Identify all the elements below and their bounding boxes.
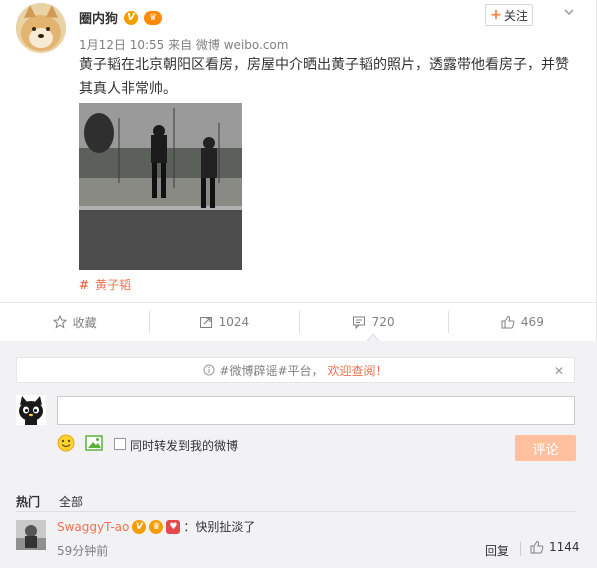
chevron-down-icon[interactable] [562,5,576,19]
thumbs-up-icon [501,315,515,329]
notice-text: #微博辟谣#平台， [219,363,324,378]
repost-button[interactable]: 1024 [149,303,298,341]
close-icon[interactable]: ✕ [554,364,564,378]
thumbs-up-icon [530,540,544,554]
emoji-icon[interactable] [57,434,75,452]
hashtag-icon: # [79,277,90,292]
favorite-button[interactable]: 收藏 [0,303,149,341]
comment-sort-tabs: 热门 全部 [16,493,83,510]
forward-checkbox[interactable] [114,438,126,450]
notice-link[interactable]: 欢迎查阅！ [328,362,388,379]
submit-comment-button[interactable]: 评论 [515,435,576,461]
post-tag[interactable]: # 黄子韬 [79,276,131,293]
post-actions: 收藏 1024 720 469 [0,303,597,341]
verified-badge-icon: V [132,519,147,534]
repost-count: 1024 [218,315,250,329]
divider [520,542,521,556]
comment-count: 720 [371,315,395,329]
tab-all[interactable]: 全部 [59,493,83,510]
weibo-post-card: 圈内狗 V ♛ + 关注 1月12日 10:55 来自 微博 weibo.com… [0,0,597,568]
comment-like-count: 1144 [549,540,580,554]
commenter-name[interactable]: SwaggyT-ao [57,520,129,534]
follow-button[interactable]: + 关注 [485,4,533,26]
post-meta: 1月12日 10:55 来自 微博 weibo.com [79,38,289,52]
image-icon[interactable] [85,434,103,452]
author-row: 圈内狗 V ♛ [79,8,163,27]
author-name[interactable]: 圈内狗 [79,8,118,27]
comment-input[interactable] [57,396,575,425]
fan-badge-icon: ♥ [166,519,181,534]
reply-button[interactable]: 回复 [485,542,509,559]
comment-like-button[interactable]: 1144 [530,540,580,554]
like-count: 469 [520,315,544,329]
plus-icon: + [490,7,502,23]
repost-icon [199,317,212,328]
comment-icon [352,316,365,329]
forward-label: 同时转发到我的微博 [130,439,239,453]
vip-badge-icon: ♛ [149,519,164,534]
verified-badge-icon: V [124,10,139,25]
tab-hot[interactable]: 热门 [16,493,40,510]
comment-row: SwaggyT-ao V ♛ ♥ ：快别扯淡了 [57,518,255,535]
tag-label: 黄子韬 [95,278,132,292]
divider [16,511,576,512]
author-avatar[interactable] [16,3,66,53]
info-icon [203,364,215,376]
comment-text: ：快别扯淡了 [183,520,256,534]
rumor-notice: #微博辟谣#平台， 欢迎查阅！ ✕ [16,357,575,383]
current-user-avatar[interactable] [16,395,46,425]
post-photo[interactable] [79,103,242,270]
follow-label: 关注 [503,8,528,23]
like-button[interactable]: 469 [447,303,597,341]
star-icon [52,315,67,329]
vip-badge-icon: ♛ [144,10,163,25]
favorite-label: 收藏 [72,315,97,330]
post-text: 黄子韬在北京朝阳区看房，房屋中介晒出黄子韬的照片，透露带他看房子，并赞其真人非常… [79,57,569,97]
commenter-avatar[interactable] [16,520,46,550]
comment-time: 59分钟前 [57,544,109,558]
